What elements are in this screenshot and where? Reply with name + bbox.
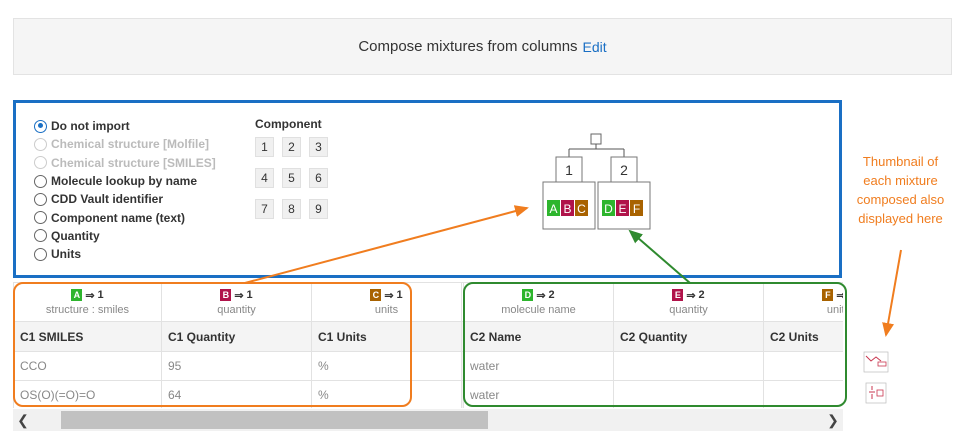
green-arrow [628, 229, 691, 284]
mixture-thumbnail [865, 382, 887, 404]
mixture-thumbnail [863, 351, 889, 373]
orange-arrow [244, 205, 529, 284]
annotation-overlay [244, 205, 902, 404]
thumbnail-note: Thumbnail of each mixture composed also … [856, 154, 945, 226]
note-arrow [882, 249, 902, 337]
